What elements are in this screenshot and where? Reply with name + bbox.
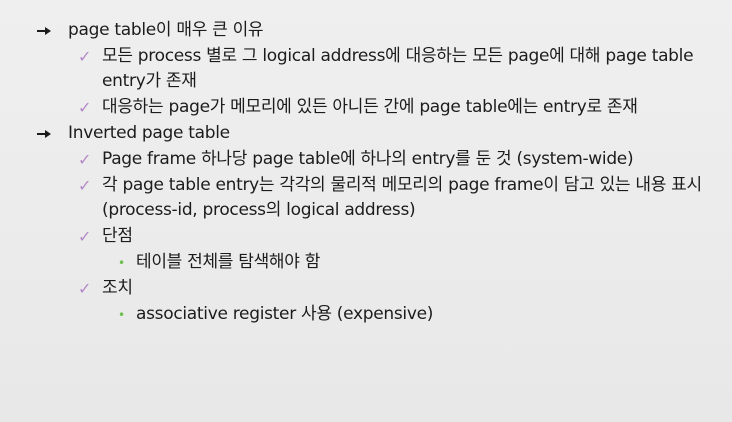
checkmark-bullet-icon: ✓ <box>78 227 92 246</box>
sub-bullet-item: ✓ Page frame 하나당 page table에 하나의 entry를 … <box>0 147 732 172</box>
arrow-bullet-icon <box>36 18 56 36</box>
bullet-text: Inverted page table <box>68 123 230 143</box>
sub-bullet-item: ✓ 각 page table entry는 각각의 물리적 메모리의 page … <box>0 173 732 223</box>
sub-bullet-item: ✓ 대응하는 page가 메모리에 있든 아니든 간에 page table에는… <box>0 95 732 120</box>
sub-sub-bullet-text: associative register 사용 (expensive) <box>136 304 434 324</box>
slide: page table이 매우 큰 이유 ✓ 모든 process 별로 그 lo… <box>0 0 732 422</box>
sub-bullet-text: 조치 <box>102 278 133 298</box>
sub-sub-bullet-text: 테이블 전체를 탐색해야 함 <box>136 252 321 272</box>
bullet-text: page table이 매우 큰 이유 <box>68 20 264 40</box>
sub-bullet-text: 각 page table entry는 각각의 물리적 메모리의 page fr… <box>102 175 702 220</box>
bullet-item-page-table-size: page table이 매우 큰 이유 <box>0 18 732 43</box>
checkmark-bullet-icon: ✓ <box>78 176 92 195</box>
dot-bullet-icon: • <box>118 256 125 270</box>
checkmark-bullet-icon: ✓ <box>78 47 92 66</box>
sub-sub-bullet-item: • associative register 사용 (expensive) <box>0 302 732 327</box>
bullet-item-inverted-page-table: Inverted page table <box>0 121 732 146</box>
sub-bullet-item-drawback: ✓ 단점 <box>0 224 732 249</box>
sub-bullet-item: ✓ 모든 process 별로 그 logical address에 대응하는 … <box>0 44 732 94</box>
sub-bullet-text: 모든 process 별로 그 logical address에 대응하는 모든… <box>102 46 694 91</box>
bullet-list: page table이 매우 큰 이유 ✓ 모든 process 별로 그 lo… <box>0 18 732 328</box>
sub-bullet-text: 대응하는 page가 메모리에 있든 아니든 간에 page table에는 e… <box>102 97 638 117</box>
checkmark-bullet-icon: ✓ <box>78 150 92 169</box>
checkmark-bullet-icon: ✓ <box>78 279 92 298</box>
sub-bullet-text: 단점 <box>102 226 133 246</box>
sub-bullet-item-remedy: ✓ 조치 <box>0 276 732 301</box>
arrow-bullet-icon <box>36 121 56 139</box>
sub-sub-bullet-item: • 테이블 전체를 탐색해야 함 <box>0 250 732 275</box>
dot-bullet-icon: • <box>118 308 125 322</box>
sub-bullet-text: Page frame 하나당 page table에 하나의 entry를 둔 … <box>102 149 634 169</box>
checkmark-bullet-icon: ✓ <box>78 98 92 117</box>
